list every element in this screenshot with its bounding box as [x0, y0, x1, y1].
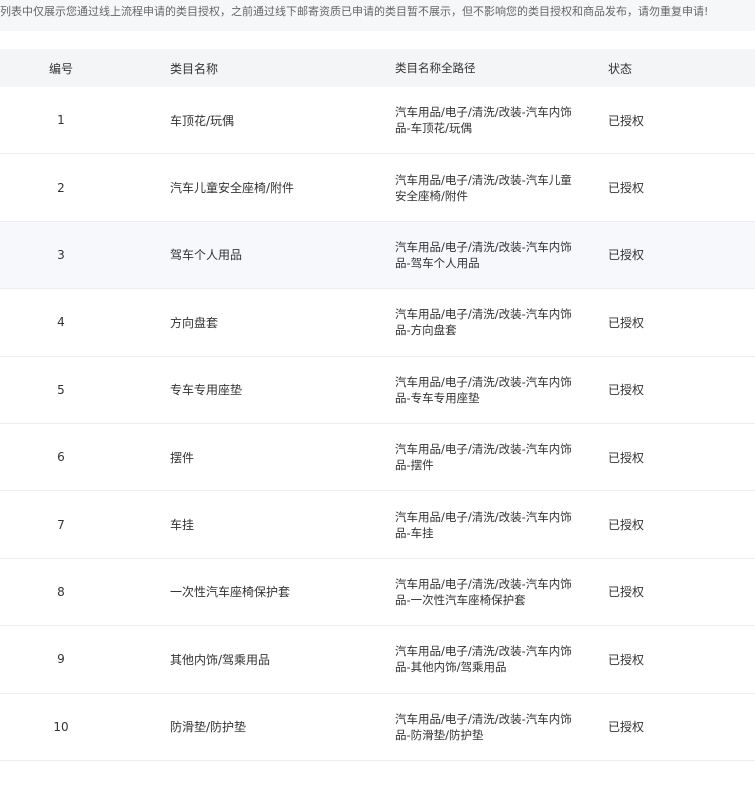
cell-status: 已授权 [608, 585, 645, 600]
cell-path: 汽车用品/电子/清洗/改装-汽车内饰品-方向盘套 [335, 306, 572, 338]
cell-num: 7 [57, 517, 65, 532]
cell-status: 已授权 [608, 248, 645, 263]
cell-path: 汽车用品/电子/清洗/改装-汽车内饰品-车挂 [335, 509, 572, 541]
cell-num: 6 [57, 450, 65, 465]
cell-name: 一次性汽车座椅保护套 [170, 585, 291, 600]
cell-name: 车顶花/玩偶 [170, 113, 235, 128]
table-row: 8 一次性汽车座椅保护套 汽车用品/电子/清洗/改装-汽车内饰品-一次性汽车座椅… [0, 559, 755, 627]
table-row: 2 汽车儿童安全座椅/附件 汽车用品/电子/清洗/改装-汽车儿童安全座椅/附件 … [0, 154, 755, 222]
cell-num: 10 [53, 719, 69, 734]
cell-num: 5 [57, 382, 65, 397]
cell-name: 方向盘套 [170, 315, 219, 330]
cell-status: 已授权 [608, 181, 645, 196]
cell-path: 汽车用品/电子/清洗/改装-汽车内饰品-专车专用座垫 [335, 374, 572, 406]
cell-path: 汽车用品/电子/清洗/改装-汽车儿童安全座椅/附件 [335, 172, 572, 204]
notice-banner: 列表中仅展示您通过线上流程申请的类目授权，之前通过线下邮寄资质已申请的类目暂不展… [0, 0, 755, 31]
cell-status: 已授权 [608, 113, 645, 128]
cell-status: 已授权 [608, 450, 645, 465]
table-row: 7 车挂 汽车用品/电子/清洗/改装-汽车内饰品-车挂 已授权 [0, 491, 755, 559]
table-row: 10 防滑垫/防护垫 汽车用品/电子/清洗/改装-汽车内饰品-防滑垫/防护垫 已… [0, 694, 755, 761]
table-row: 6 摆件 汽车用品/电子/清洗/改装-汽车内饰品-摆件 已授权 [0, 424, 755, 492]
cell-status: 已授权 [608, 652, 645, 667]
cell-num: 3 [57, 247, 65, 262]
cell-num: 9 [57, 652, 65, 667]
cell-status: 已授权 [608, 315, 645, 330]
cell-status: 已授权 [608, 518, 645, 533]
cell-status: 已授权 [608, 383, 645, 398]
cell-name: 专车专用座垫 [170, 383, 243, 398]
cell-num: 4 [57, 315, 65, 330]
header-path: 类目名称全路径 [395, 61, 476, 75]
cell-path: 汽车用品/电子/清洗/改装-汽车内饰品-摆件 [335, 441, 572, 473]
header-status: 状态 [608, 61, 633, 76]
category-table: 编号 类目名称 类目名称全路径 状态 1 车顶花/玩偶 汽车用品/电子/清洗/改… [0, 49, 755, 761]
cell-name: 其他内饰/驾乘用品 [170, 652, 271, 667]
cell-num: 1 [57, 113, 65, 128]
cell-path: 汽车用品/电子/清洗/改装-汽车内饰品-其他内饰/驾乘用品 [335, 643, 572, 675]
header-name: 类目名称 [170, 61, 219, 76]
cell-path: 汽车用品/电子/清洗/改装-汽车内饰品-驾车个人用品 [335, 239, 572, 271]
table-row: 5 专车专用座垫 汽车用品/电子/清洗/改装-汽车内饰品-专车专用座垫 已授权 [0, 357, 755, 424]
cell-num: 8 [57, 584, 65, 599]
cell-name: 驾车个人用品 [170, 248, 243, 263]
table-row: 3 驾车个人用品 汽车用品/电子/清洗/改装-汽车内饰品-驾车个人用品 已授权 [0, 221, 755, 290]
cell-name: 摆件 [170, 450, 195, 465]
cell-path: 汽车用品/电子/清洗/改装-汽车内饰品-防滑垫/防护垫 [335, 711, 572, 743]
cell-name: 汽车儿童安全座椅/附件 [170, 181, 295, 196]
table-row: 1 车顶花/玩偶 汽车用品/电子/清洗/改装-汽车内饰品-车顶花/玩偶 已授权 [0, 87, 755, 155]
cell-path: 汽车用品/电子/清洗/改装-汽车内饰品-车顶花/玩偶 [335, 104, 572, 136]
cell-name: 防滑垫/防护垫 [170, 720, 247, 735]
table-header: 编号 类目名称 类目名称全路径 状态 [0, 49, 755, 87]
table-row: 4 方向盘套 汽车用品/电子/清洗/改装-汽车内饰品-方向盘套 已授权 [0, 289, 755, 357]
cell-name: 车挂 [170, 518, 195, 533]
table-row: 9 其他内饰/驾乘用品 汽车用品/电子/清洗/改装-汽车内饰品-其他内饰/驾乘用… [0, 626, 755, 694]
header-num: 编号 [48, 61, 73, 76]
cell-path: 汽车用品/电子/清洗/改装-汽车内饰品-一次性汽车座椅保护套 [335, 576, 572, 608]
cell-num: 2 [57, 180, 65, 195]
cell-status: 已授权 [608, 720, 645, 735]
